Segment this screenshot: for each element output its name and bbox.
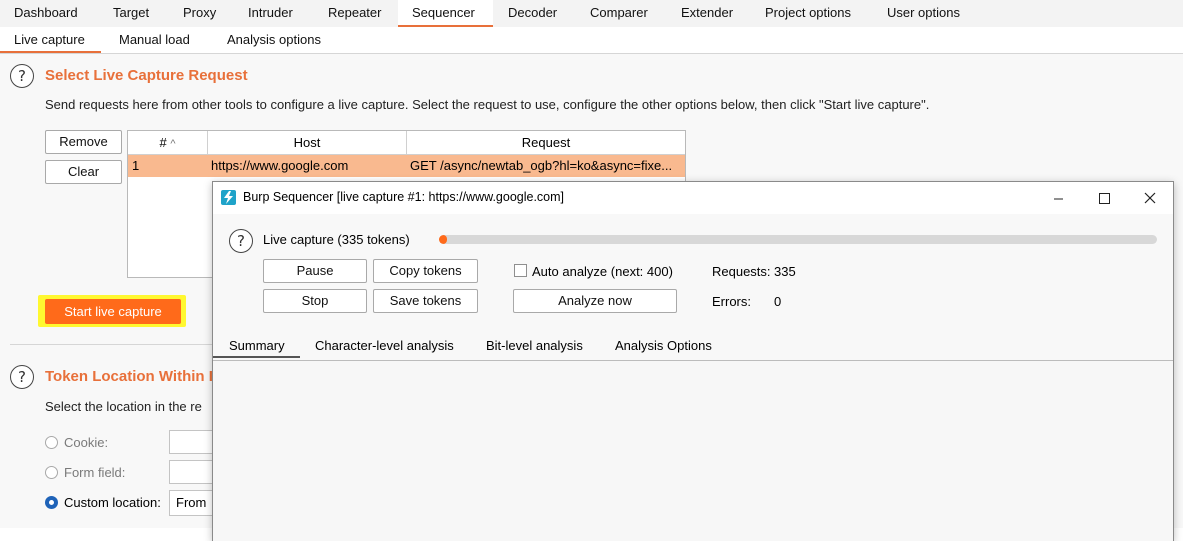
form-field-select[interactable] bbox=[169, 460, 214, 484]
section-divider bbox=[10, 344, 212, 345]
copy-tokens-button[interactable]: Copy tokens bbox=[373, 259, 478, 283]
tab-summary[interactable]: Summary bbox=[213, 334, 300, 358]
tab-target[interactable]: Target bbox=[99, 0, 163, 26]
tab-dashboard[interactable]: Dashboard bbox=[0, 0, 92, 26]
help-icon[interactable]: ? bbox=[229, 229, 253, 253]
custom-location-label: Custom location: bbox=[64, 495, 161, 510]
window-title: Burp Sequencer [live capture #1: https:/… bbox=[243, 190, 565, 204]
column-header-label: # bbox=[159, 135, 167, 150]
analyze-now-button[interactable]: Analyze now bbox=[513, 289, 677, 313]
table-row[interactable]: 1 https://www.google.com GET /async/newt… bbox=[128, 155, 685, 177]
close-icon[interactable] bbox=[1135, 188, 1165, 210]
minimize-icon[interactable] bbox=[1043, 188, 1073, 210]
tab-sequencer[interactable]: Sequencer bbox=[398, 0, 493, 27]
cookie-radio[interactable] bbox=[45, 436, 58, 449]
form-field-radio[interactable] bbox=[45, 466, 58, 479]
form-field-label: Form field: bbox=[64, 465, 126, 480]
remove-button[interactable]: Remove bbox=[45, 130, 122, 154]
stop-button[interactable]: Stop bbox=[263, 289, 367, 313]
tab-decoder[interactable]: Decoder bbox=[494, 0, 571, 26]
cookie-select[interactable] bbox=[169, 430, 214, 454]
sort-ascending-icon: ^ bbox=[170, 138, 176, 150]
custom-location-radio[interactable] bbox=[45, 496, 58, 509]
burp-lightning-icon bbox=[221, 190, 236, 205]
capture-progress-fill bbox=[439, 235, 447, 244]
summary-panel bbox=[213, 360, 1173, 541]
tab-project-options[interactable]: Project options bbox=[751, 0, 865, 26]
help-icon[interactable]: ? bbox=[10, 64, 34, 88]
section-title-live-capture-request: Select Live Capture Request bbox=[45, 67, 248, 84]
tab-bit-level-analysis[interactable]: Bit-level analysis bbox=[470, 334, 599, 358]
cell-host: https://www.google.com bbox=[211, 158, 349, 173]
capture-progress-bar bbox=[439, 235, 1157, 244]
tab-proxy[interactable]: Proxy bbox=[169, 0, 230, 26]
save-tokens-button[interactable]: Save tokens bbox=[373, 289, 478, 313]
start-live-capture-button[interactable]: Start live capture bbox=[45, 299, 181, 324]
errors-value: 0 bbox=[774, 294, 782, 309]
window-title-bar: Burp Sequencer [live capture #1: https:/… bbox=[213, 182, 1173, 214]
column-header-host[interactable]: Host bbox=[208, 131, 407, 155]
section-title-token-location: Token Location Within I bbox=[45, 368, 213, 385]
subtab-analysis-options[interactable]: Analysis options bbox=[213, 27, 335, 52]
window-body: ? Live capture (335 tokens) Pause Copy t… bbox=[213, 214, 1173, 541]
tab-repeater[interactable]: Repeater bbox=[314, 0, 395, 26]
tab-character-level-analysis[interactable]: Character-level analysis bbox=[299, 334, 470, 358]
cell-number: 1 bbox=[132, 158, 140, 173]
section-description: Select the location in the re bbox=[45, 399, 202, 414]
custom-location-config-button[interactable]: From bbox=[169, 490, 214, 516]
clear-button[interactable]: Clear bbox=[45, 160, 122, 184]
maximize-icon[interactable] bbox=[1089, 188, 1119, 210]
section-description: Send requests here from other tools to c… bbox=[45, 97, 930, 112]
cookie-label: Cookie: bbox=[64, 435, 109, 450]
auto-analyze-label: Auto analyze (next: 400) bbox=[532, 264, 673, 279]
auto-analyze-checkbox[interactable] bbox=[514, 264, 527, 277]
sub-tab-bar: Live capture Manual load Analysis option… bbox=[0, 27, 1183, 54]
subtab-manual-load[interactable]: Manual load bbox=[105, 27, 204, 52]
help-icon[interactable]: ? bbox=[10, 365, 34, 389]
pause-button[interactable]: Pause bbox=[263, 259, 367, 283]
requests-label: Requests: bbox=[712, 264, 771, 279]
subtab-live-capture[interactable]: Live capture bbox=[0, 27, 101, 53]
tab-extender[interactable]: Extender bbox=[667, 0, 747, 26]
errors-label: Errors: bbox=[712, 294, 751, 309]
top-tab-bar: Dashboard Target Proxy Intruder Repeater… bbox=[0, 0, 1183, 28]
column-header-request[interactable]: Request bbox=[407, 131, 685, 155]
tab-user-options[interactable]: User options bbox=[873, 0, 974, 26]
analysis-tab-bar: Summary Character-level analysis Bit-lev… bbox=[213, 334, 1173, 360]
live-capture-status: Live capture (335 tokens) bbox=[263, 232, 410, 247]
column-header-number[interactable]: # ^ bbox=[128, 131, 208, 155]
tab-analysis-options[interactable]: Analysis Options bbox=[599, 334, 728, 358]
tab-comparer[interactable]: Comparer bbox=[576, 0, 662, 26]
sequencer-window: Burp Sequencer [live capture #1: https:/… bbox=[212, 181, 1174, 541]
cell-request: GET /async/newtab_ogb?hl=ko&async=fixe..… bbox=[410, 158, 673, 173]
requests-value: 335 bbox=[774, 264, 796, 279]
tab-intruder[interactable]: Intruder bbox=[234, 0, 307, 26]
